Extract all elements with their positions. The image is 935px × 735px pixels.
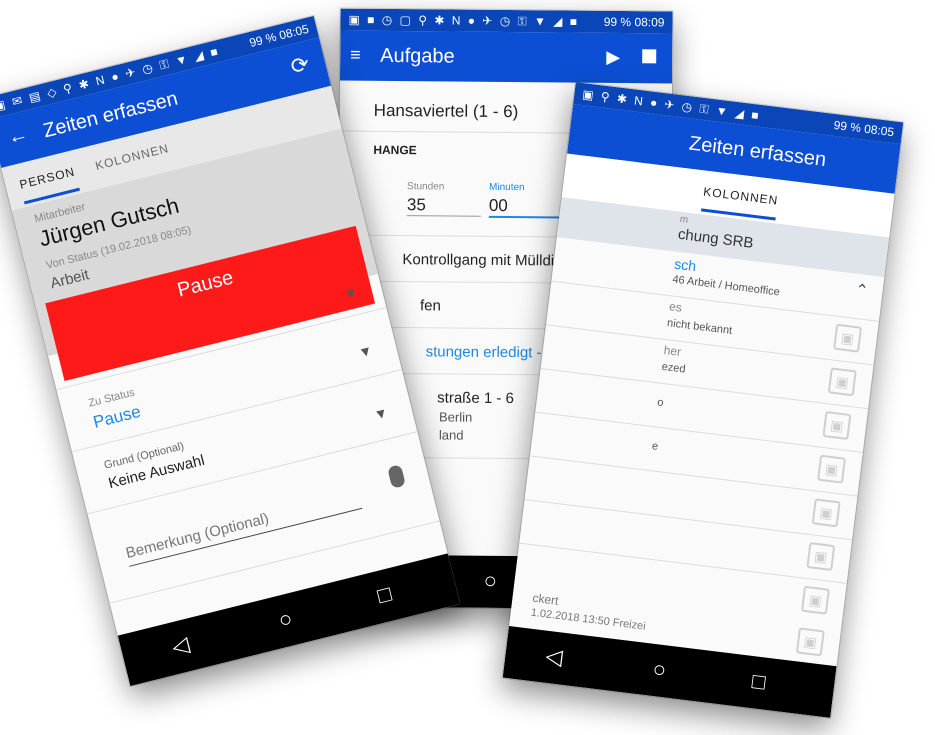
minutes-label: Minuten xyxy=(489,181,525,194)
from-status-value: Arbeit xyxy=(48,266,91,293)
hours-label: Stunden xyxy=(407,181,445,193)
qr-icon[interactable]: ▣ xyxy=(811,498,841,528)
open-text[interactable]: fen xyxy=(420,297,441,314)
minutes-input[interactable]: 00 xyxy=(488,195,563,219)
clock: 08:09 xyxy=(634,15,665,30)
address-line-1: straße 1 - 6 xyxy=(437,389,514,408)
qr-icon[interactable]: ▣ xyxy=(822,411,852,440)
row-title: es xyxy=(668,299,683,315)
back-nav-icon[interactable]: ◁ xyxy=(544,643,564,671)
battery-level: 99 % xyxy=(247,29,278,50)
menu-icon[interactable]: ≡ xyxy=(350,45,361,66)
home-nav-icon[interactable]: ○ xyxy=(651,656,667,683)
back-nav-icon[interactable]: ◁ xyxy=(169,631,192,660)
row-subtitle: e xyxy=(651,440,659,453)
qr-icon[interactable]: ▣ xyxy=(827,367,857,397)
nav-bar: ◁ ○ □ xyxy=(117,553,461,687)
battery-level: 99 % xyxy=(832,117,862,136)
recents-nav-icon[interactable]: □ xyxy=(375,581,394,609)
row-subtitle: 1.02.2018 13:50 Freizei xyxy=(530,606,647,633)
clock: 08:05 xyxy=(863,121,895,140)
address-line-2: Berlin xyxy=(438,409,473,425)
home-nav-icon[interactable]: ○ xyxy=(276,605,295,633)
team-row-name: chung SRB xyxy=(676,225,755,252)
hours-input[interactable]: 35 xyxy=(406,195,481,217)
remark-input[interactable]: Bemerkung (Optional) xyxy=(124,487,363,567)
row-subtitle: nicht bekannt xyxy=(666,317,733,337)
recents-nav-icon[interactable]: □ xyxy=(751,668,767,695)
chevron-down-icon[interactable]: ▼ xyxy=(372,404,389,423)
play-icon[interactable]: ▶ xyxy=(606,47,620,68)
row-title: sch xyxy=(673,255,698,275)
section-header: HANGE xyxy=(373,142,417,158)
chevron-up-icon[interactable]: ⌃ xyxy=(854,280,870,301)
sync-icon[interactable]: ⟳ xyxy=(288,51,312,81)
status-icons: ▣ ■ ◷ ▢ ⚲ ✱ N ● ✈ ◷ ⚿ ▼ ◢ ■ xyxy=(348,12,580,29)
address-line-3: land xyxy=(438,427,464,443)
battery-level: 99 % xyxy=(603,14,632,30)
back-arrow-icon[interactable]: ← xyxy=(6,123,31,150)
team-row-label: m xyxy=(679,213,689,226)
pause-button-label: Pause xyxy=(175,266,236,302)
row-title: her xyxy=(662,342,682,359)
status-bar: ▣ ■ ◷ ▢ ⚲ ✱ N ● ✈ ◷ ⚿ ▼ ◢ ■ 99 % 08:09 xyxy=(340,8,673,34)
tab-kolonnen[interactable]: KOLONNEN xyxy=(94,141,171,173)
location-text: Hansaviertel (1 - 6) xyxy=(373,100,519,122)
qr-icon[interactable]: ▣ xyxy=(817,454,847,484)
page-title: Zeiten erfassen xyxy=(687,132,828,172)
stop-icon[interactable] xyxy=(642,49,657,64)
qr-icon[interactable]: ▣ xyxy=(833,323,863,353)
home-nav-icon[interactable]: ○ xyxy=(484,568,498,594)
app-bar: ≡ Aufgabe ▶ xyxy=(339,30,673,84)
chevron-down-icon[interactable]: ▼ xyxy=(357,342,374,361)
qr-icon[interactable]: ▣ xyxy=(795,627,825,657)
qr-icon[interactable]: ▣ xyxy=(806,542,836,572)
page-title: Aufgabe xyxy=(380,44,455,68)
microphone-icon[interactable] xyxy=(387,464,406,489)
remark-placeholder: Bemerkung (Optional) xyxy=(124,509,271,562)
row-subtitle: ezed xyxy=(661,360,687,376)
qr-icon[interactable]: ▣ xyxy=(800,585,830,615)
row-subtitle: o xyxy=(656,396,665,410)
row-subtitle: 46 Arbeit / Homeoffice xyxy=(671,273,781,299)
row-title: ckert xyxy=(531,590,560,608)
